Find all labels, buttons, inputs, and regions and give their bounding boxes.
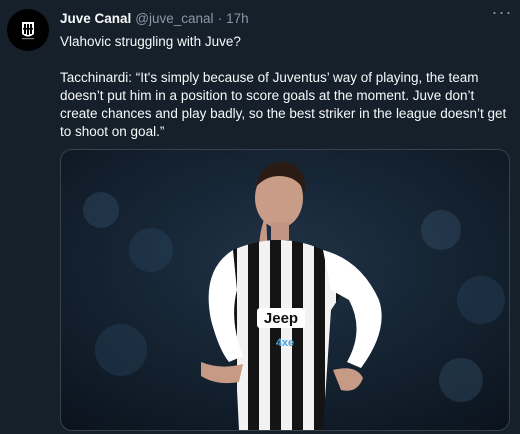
author-handle[interactable]: @juve_canal: [135, 11, 213, 26]
tweet-text-quote: Tacchinardi: “It's simply because of Juv…: [60, 70, 507, 139]
more-horizontal-icon[interactable]: ···: [490, 3, 514, 26]
tweet-header: Juve Canal @juve_canal · 17h: [60, 11, 480, 26]
tweet-text: Vlahovic struggling with Juve? Tacchinar…: [60, 33, 515, 141]
timestamp[interactable]: 17h: [226, 11, 249, 26]
sponsor-subtext: 4xe: [276, 337, 294, 349]
tweet-media-image[interactable]: Jeep 4xe: [60, 149, 510, 431]
tweet-card[interactable]: Juve Canal @juve_canal · 17h ··· Vlahovi…: [0, 0, 520, 434]
separator-dot: ·: [217, 11, 223, 26]
author-name[interactable]: Juve Canal: [60, 11, 131, 26]
avatar[interactable]: [7, 9, 49, 51]
sponsor-text: Jeep: [264, 310, 298, 327]
tweet-text-line: Vlahovic struggling with Juve?: [60, 34, 241, 49]
